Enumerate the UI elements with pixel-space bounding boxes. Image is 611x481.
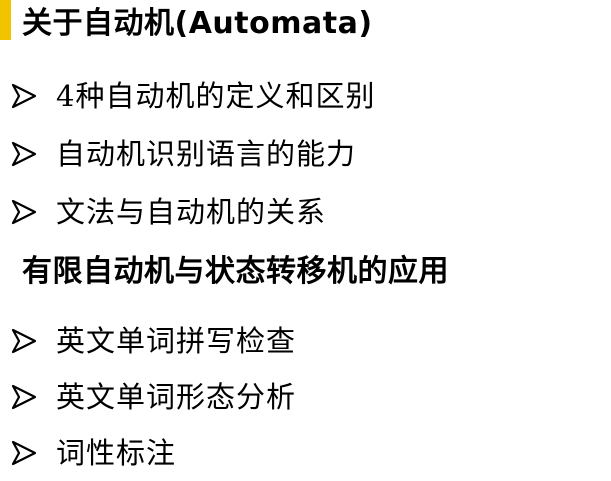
list-item-text: 英文单词形态分析 [56,380,297,414]
list-item: 英文单词形态分析 [10,369,296,425]
list-item: 英文单词拼写检查 [10,313,296,369]
arrow-bullet-icon [11,440,37,466]
list-item-text: 自动机识别语言的能力 [56,137,357,171]
list-item: 4种自动机的定义和区别 [10,67,375,125]
list-item-text: 英文单词拼写检查 [56,324,297,358]
accent-bar [0,0,11,40]
section-heading-automata: 关于自动机(Automata) [22,6,373,41]
list-item: 词性标注 [10,425,296,481]
automata-topic-list: 4种自动机的定义和区别 自动机识别语言的能力 文法与自动机的关系 [10,67,375,241]
arrow-bullet-icon [11,141,37,167]
arrow-bullet-icon [11,199,37,225]
list-item: 文法与自动机的关系 [10,183,375,241]
arrow-bullet-icon [11,328,37,354]
list-item-text: 文法与自动机的关系 [56,195,327,229]
list-item: 自动机识别语言的能力 [10,125,375,183]
section-heading-applications: 有限自动机与状态转移机的应用 [22,254,449,289]
arrow-bullet-icon [11,384,37,410]
arrow-bullet-icon [11,83,37,109]
list-item-text: 4种自动机的定义和区别 [56,79,376,113]
list-item-text: 词性标注 [56,436,177,470]
applications-topic-list: 英文单词拼写检查 英文单词形态分析 词性标注 [10,313,296,481]
